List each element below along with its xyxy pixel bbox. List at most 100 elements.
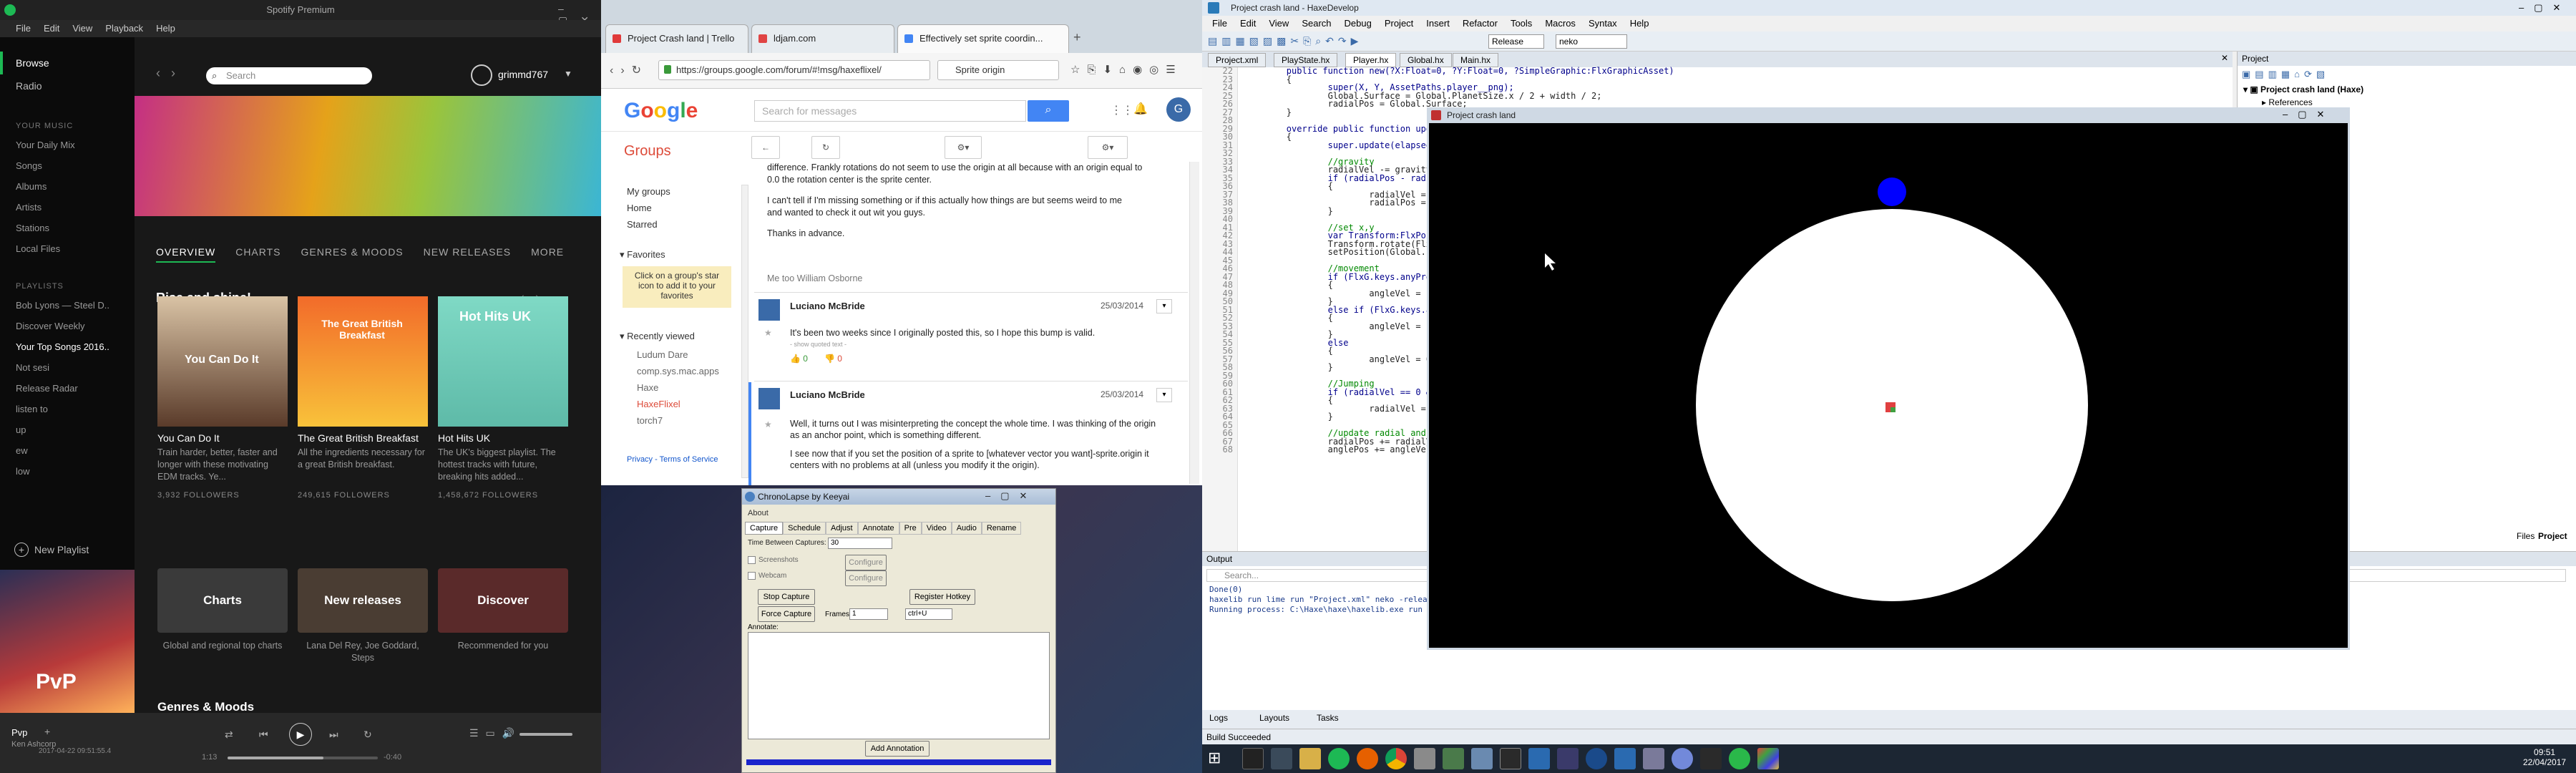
back-button[interactable]: ← [751, 136, 780, 159]
steam-taskbar-icon[interactable] [1242, 748, 1264, 769]
new-tab-icon[interactable]: + [1073, 30, 1081, 45]
post-author[interactable]: Luciano McBride [790, 301, 865, 311]
star-icon[interactable]: ★ [764, 328, 772, 338]
recent-header[interactable]: ▾ Recently viewed [620, 331, 695, 342]
track-title[interactable]: Pvp [11, 727, 27, 738]
playlist-card-art[interactable]: You Can Do It [157, 296, 288, 427]
explorer-taskbar-icon[interactable] [1299, 748, 1321, 769]
menu-item[interactable]: Refactor [1463, 18, 1498, 29]
recent-item[interactable]: torch7 [637, 412, 719, 429]
playlist-item[interactable]: ew [0, 440, 135, 461]
nav-my-groups[interactable]: My groups [627, 183, 670, 200]
webcam-checkbox[interactable]: Webcam [748, 572, 786, 580]
doc-tab[interactable]: Main.hx [1453, 53, 1499, 67]
app-taskbar-icon[interactable] [1729, 748, 1750, 769]
repeat-icon[interactable]: ↻ [364, 729, 372, 741]
doc-tab[interactable]: Global.hx [1400, 53, 1452, 67]
app-taskbar-icon[interactable] [1557, 748, 1579, 769]
menu-item[interactable]: Syntax [1589, 18, 1617, 29]
app-taskbar-icon[interactable] [1443, 748, 1464, 769]
tab-overview[interactable]: OVERVIEW [156, 246, 216, 263]
playlist-item[interactable]: up [0, 419, 135, 440]
menu-item[interactable]: View [1269, 18, 1289, 29]
menu-edit[interactable]: Edit [44, 23, 59, 34]
tab-capture[interactable]: Capture [745, 522, 784, 535]
card-title[interactable]: The Great British Breakfast [298, 432, 431, 444]
hotkey-input[interactable]: ctrl+U [905, 608, 952, 620]
app-taskbar-icon[interactable] [1528, 748, 1550, 769]
close-icon[interactable]: ✕ [2221, 53, 2228, 63]
time-between-input[interactable]: 30 [828, 538, 892, 549]
project-toolbar-icons[interactable]: ▣▤▥▦⌂⟳▧ [2242, 69, 2329, 80]
refresh-button[interactable]: ↻ [811, 136, 840, 159]
menu-help[interactable]: Help [156, 23, 175, 34]
playlist-item[interactable]: Release Radar [0, 378, 135, 399]
tab-pre[interactable]: Pre [899, 522, 922, 535]
settings-button[interactable]: ⚙▾ [1088, 136, 1128, 159]
clock[interactable]: 09:51 22/04/2017 [2523, 747, 2566, 767]
author-avatar[interactable] [758, 299, 780, 321]
tab-video[interactable]: Video [921, 522, 952, 535]
messages-search-input[interactable]: Search for messages [754, 100, 1026, 122]
shuffle-icon[interactable]: ⇄ [225, 729, 233, 741]
new-playlist-button[interactable]: + New Playlist [14, 543, 89, 557]
playlist-card-art[interactable]: Hot Hits UK [438, 296, 568, 427]
register-hotkey-button[interactable]: Register Hotkey [909, 589, 975, 605]
references-node[interactable]: ▸ References [2262, 97, 2313, 107]
actions-button[interactable]: ⚙▾ [945, 136, 982, 159]
favorites-header[interactable]: ▾ Favorites [620, 249, 665, 261]
recent-item[interactable]: comp.sys.mac.apps [637, 363, 719, 379]
tab-genres[interactable]: GENRES & MOODS [301, 246, 404, 258]
chrome-taskbar-icon[interactable] [1385, 748, 1407, 769]
star-icon[interactable]: ★ [764, 419, 772, 429]
frames-input[interactable]: 1 [849, 608, 888, 620]
game-taskbar-icon[interactable] [1757, 748, 1779, 769]
project-root[interactable]: ▾ ▣ Project crash land (Haxe) [2243, 84, 2363, 94]
your-music-item[interactable]: Local Files [0, 238, 135, 259]
window-controls[interactable]: –▢✕ [2519, 0, 2570, 16]
recent-item[interactable]: Haxe [637, 379, 719, 396]
nav-browse[interactable]: Browse [0, 52, 135, 74]
playlist-card-art[interactable]: The Great British Breakfast [298, 296, 428, 427]
browser-search-input[interactable]: Sprite origin [937, 60, 1059, 80]
doc-tab[interactable]: Player.hx [1345, 53, 1397, 67]
toolbar-icons[interactable]: ▤▥▦▧▨▩✂⎘⌕↶↷▶ [1208, 35, 1362, 47]
menu-item[interactable]: Tools [1511, 18, 1532, 29]
tab-logs[interactable]: Logs [1209, 713, 1228, 723]
terminal-taskbar-icon[interactable] [1500, 748, 1521, 769]
tab-new-releases[interactable]: NEW RELEASES [424, 246, 511, 258]
me-too-line[interactable]: Me too William Osborne [767, 273, 862, 283]
your-music-item[interactable]: Artists [0, 197, 135, 218]
search-input[interactable]: Search [206, 67, 372, 84]
post-menu-button[interactable]: ▾ [1156, 388, 1172, 402]
app-taskbar-icon[interactable] [1414, 748, 1435, 769]
plus-icon[interactable]: + [44, 726, 50, 737]
privacy-link[interactable]: Privacy - Terms of Service [627, 455, 718, 464]
app-taskbar-icon[interactable] [1271, 748, 1292, 769]
start-windows-icon[interactable]: ⊞ [1208, 749, 1221, 767]
menu-item[interactable]: Project [1385, 18, 1413, 29]
window-controls[interactable]: –▢✕ [2283, 109, 2334, 120]
nav-starred[interactable]: Starred [627, 216, 670, 233]
stop-capture-button[interactable]: Stop Capture [758, 589, 815, 605]
genre-tile[interactable]: New releases [298, 568, 428, 633]
genre-tile[interactable]: Charts [157, 568, 288, 633]
playlist-item[interactable]: Not sesi [0, 357, 135, 378]
nav-home[interactable]: Home [627, 200, 670, 216]
author-avatar[interactable] [758, 388, 780, 409]
url-input[interactable]: https://groups.google.com/forum/#!msg/ha… [658, 60, 930, 80]
add-annotation-button[interactable]: Add Annotation [865, 741, 930, 757]
tab-tasks[interactable]: Tasks [1317, 713, 1339, 723]
menu-item[interactable]: Debug [1345, 18, 1372, 29]
spotify-taskbar-icon[interactable] [1328, 748, 1350, 769]
previous-icon[interactable]: ⏮ [259, 729, 268, 741]
play-button[interactable]: ▶ [289, 723, 312, 746]
app-taskbar-icon[interactable] [1614, 748, 1636, 769]
tab-google-groups[interactable]: Effectively set sprite coordin... [897, 24, 1069, 53]
tab-charts[interactable]: CHARTS [235, 246, 280, 258]
tab-annotate[interactable]: Annotate [857, 522, 899, 535]
post-author[interactable]: Luciano McBride [790, 389, 865, 400]
tab-layouts[interactable]: Layouts [1259, 713, 1289, 723]
search-button[interactable]: ⌕ [1028, 100, 1069, 122]
recent-item[interactable]: HaxeFlixel [637, 396, 719, 412]
